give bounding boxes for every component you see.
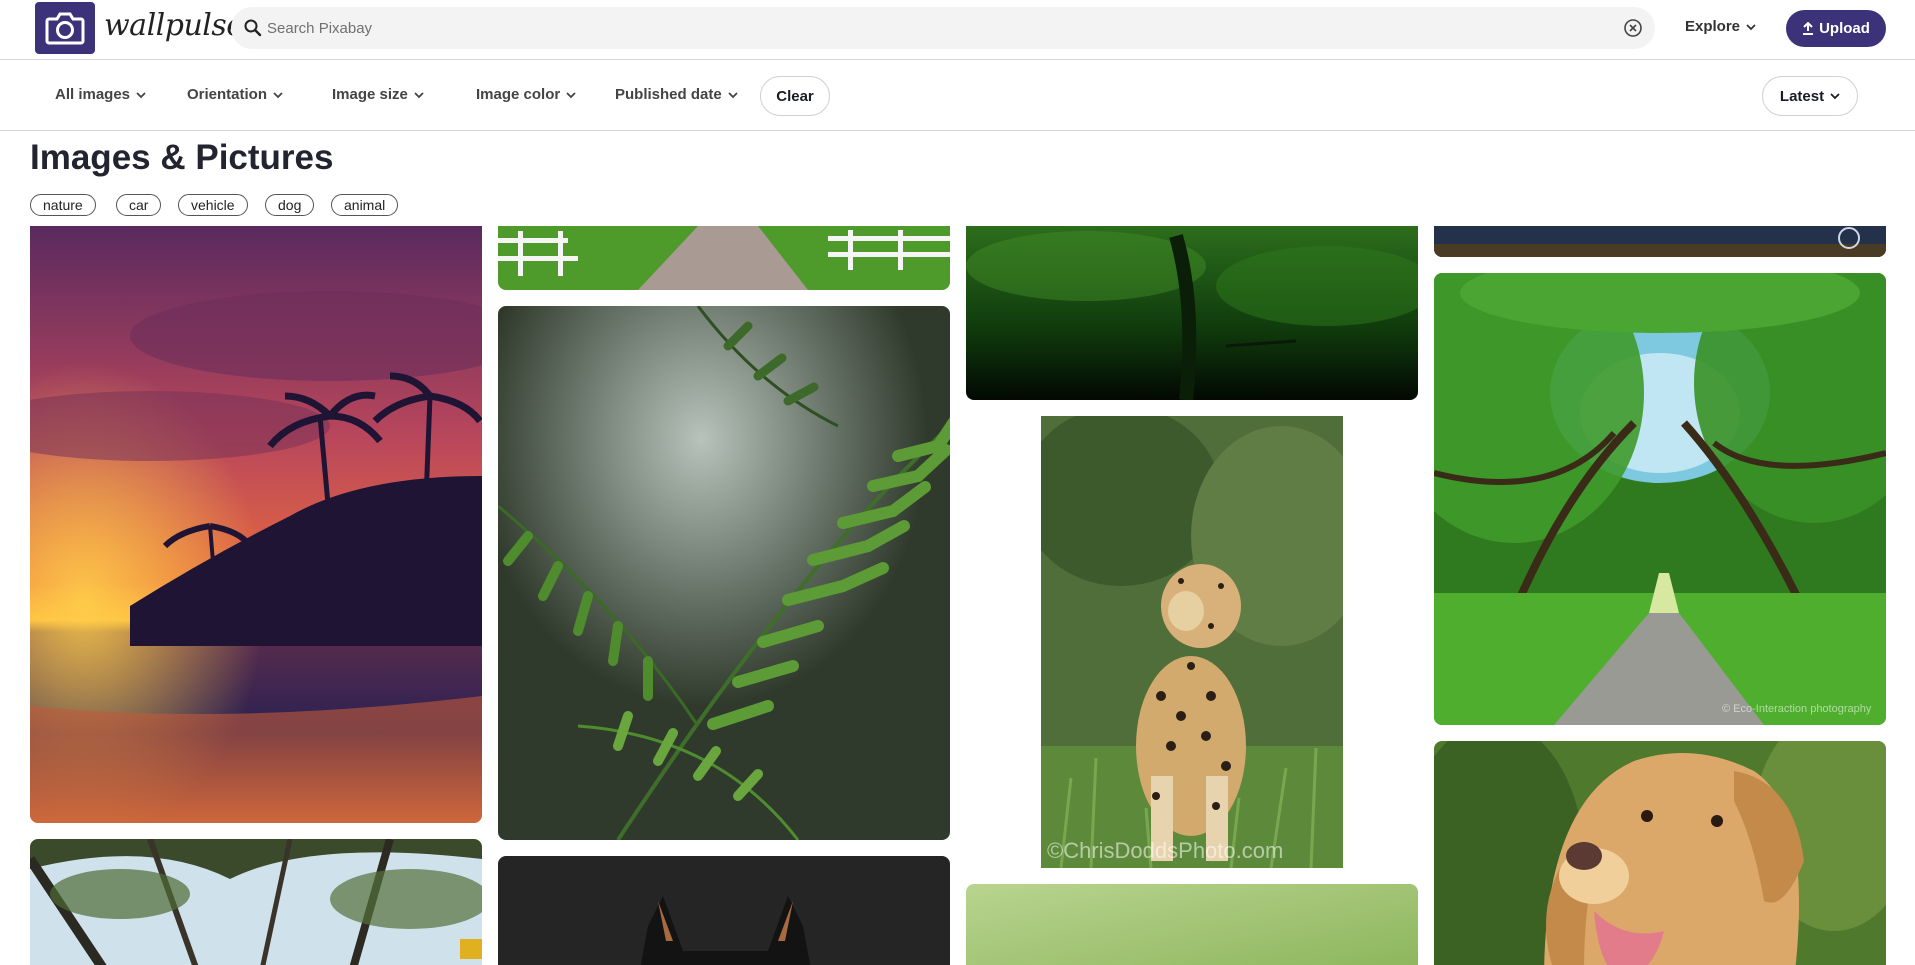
chevron-down-icon (414, 91, 424, 98)
filter-label: Image size (332, 86, 408, 103)
image-tile-tree-tunnel[interactable]: © Eco-Interaction photography (1434, 273, 1886, 725)
filter-published-date[interactable]: Published date (615, 86, 738, 103)
sunset-image (30, 226, 482, 823)
sort-label: Latest (1779, 87, 1825, 105)
chevron-down-icon (1746, 23, 1756, 30)
filter-label: All images (55, 86, 131, 103)
filter-image-size[interactable]: Image size (332, 86, 424, 103)
forest-canopy-image (30, 839, 482, 965)
tag-chip[interactable]: nature (30, 194, 96, 216)
tag-chip[interactable]: animal (331, 194, 399, 216)
sort-dropdown[interactable]: Latest (1762, 76, 1858, 116)
filter-orientation[interactable]: Orientation (187, 86, 283, 103)
image-tile-sunset[interactable] (30, 226, 482, 823)
image-tile-dark-forest[interactable] (966, 226, 1418, 400)
explore-label: Explore (1685, 18, 1741, 35)
image-tile-country-road[interactable] (498, 226, 950, 290)
camera-icon (45, 12, 85, 45)
filter-label: Image color (476, 86, 561, 103)
green-blur-image (966, 884, 1418, 965)
dark-strip-image (1434, 226, 1886, 257)
country-road-image (498, 226, 950, 290)
clear-search-icon[interactable] (1623, 18, 1643, 38)
clear-filters-button[interactable]: Clear (760, 76, 830, 116)
filter-bar: All images Orientation Image size Image … (0, 61, 1915, 131)
tag-chip[interactable]: vehicle (178, 194, 248, 216)
chevron-down-icon (136, 91, 146, 98)
filter-image-color[interactable]: Image color (476, 86, 576, 103)
chevron-down-icon (566, 91, 576, 98)
chevron-down-icon (273, 91, 283, 98)
filter-all-images[interactable]: All images (55, 86, 146, 103)
top-navbar: wallpulse Explore Upload (0, 0, 1915, 60)
brand-wordmark[interactable]: wallpulse (104, 8, 244, 43)
image-tile-dark-strip[interactable] (1434, 226, 1886, 257)
image-tile-doberman[interactable] (498, 856, 950, 965)
search-input[interactable] (267, 7, 1567, 49)
search-bar (231, 7, 1655, 49)
leopard-watermark: ©ChrisDoddsPhoto.com (1047, 838, 1284, 863)
page-title: Images & Pictures (30, 138, 334, 177)
image-tile-ferns[interactable] (498, 306, 950, 840)
filter-label: Orientation (187, 86, 268, 103)
chevron-down-icon (728, 91, 738, 98)
dark-forest-image (966, 226, 1418, 400)
doberman-image (498, 856, 950, 965)
chevron-down-icon (1830, 93, 1840, 100)
image-tile-forest-canopy[interactable] (30, 839, 482, 965)
search-icon[interactable] (243, 18, 263, 38)
image-tile-leopard[interactable]: ©ChrisDoddsPhoto.com (1041, 416, 1343, 868)
image-tile-green-blur[interactable] (966, 884, 1418, 965)
leopard-image (1041, 416, 1343, 868)
tree-tunnel-image (1434, 273, 1886, 725)
ferns-image (498, 306, 950, 840)
tag-chip[interactable]: dog (265, 194, 315, 216)
explore-menu[interactable]: Explore (1685, 18, 1756, 35)
upload-button[interactable]: Upload (1786, 10, 1886, 47)
filter-label: Published date (615, 86, 722, 103)
site-logo[interactable] (35, 2, 95, 54)
image-tile-golden-retriever[interactable] (1434, 741, 1886, 965)
path-watermark: © Eco-Interaction photography (1722, 703, 1872, 715)
golden-retriever-image (1434, 741, 1886, 965)
upload-label: Upload (1819, 20, 1870, 37)
tag-chip[interactable]: car (116, 194, 162, 216)
upload-icon (1803, 22, 1814, 35)
